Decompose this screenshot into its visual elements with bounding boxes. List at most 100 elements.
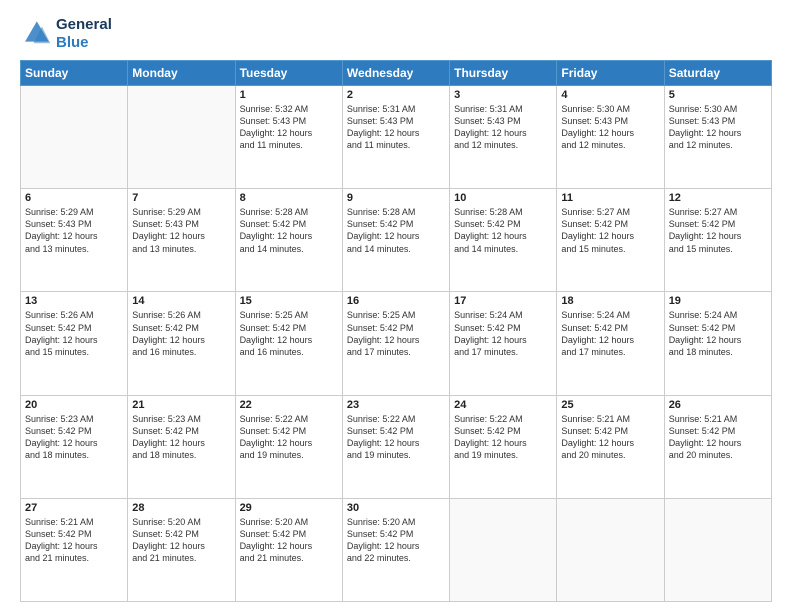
day-info: Sunrise: 5:30 AMSunset: 5:43 PMDaylight:… (561, 103, 659, 152)
calendar-cell (557, 498, 664, 601)
calendar-cell (21, 86, 128, 189)
calendar-cell: 28 Sunrise: 5:20 AMSunset: 5:42 PMDayligh… (128, 498, 235, 601)
weekday-header: Friday (557, 61, 664, 86)
day-number: 17 (454, 295, 552, 307)
calendar-cell: 23 Sunrise: 5:22 AMSunset: 5:42 PMDayligh… (342, 395, 449, 498)
weekday-header: Tuesday (235, 61, 342, 86)
day-info: Sunrise: 5:21 AMSunset: 5:42 PMDaylight:… (669, 413, 767, 462)
calendar-cell: 10 Sunrise: 5:28 AMSunset: 5:42 PMDayligh… (450, 189, 557, 292)
day-number: 23 (347, 399, 445, 411)
day-info: Sunrise: 5:27 AMSunset: 5:42 PMDaylight:… (669, 206, 767, 255)
day-number: 2 (347, 89, 445, 101)
day-number: 3 (454, 89, 552, 101)
logo-text: General Blue (56, 16, 112, 52)
day-number: 8 (240, 192, 338, 204)
day-info: Sunrise: 5:25 AMSunset: 5:42 PMDaylight:… (347, 309, 445, 358)
calendar-cell: 4 Sunrise: 5:30 AMSunset: 5:43 PMDaylight… (557, 86, 664, 189)
logo-icon (20, 18, 52, 50)
calendar-cell: 30 Sunrise: 5:20 AMSunset: 5:42 PMDayligh… (342, 498, 449, 601)
calendar-cell: 11 Sunrise: 5:27 AMSunset: 5:42 PMDayligh… (557, 189, 664, 292)
calendar-cell: 9 Sunrise: 5:28 AMSunset: 5:42 PMDaylight… (342, 189, 449, 292)
weekday-header: Monday (128, 61, 235, 86)
day-number: 16 (347, 295, 445, 307)
day-number: 30 (347, 502, 445, 514)
day-number: 24 (454, 399, 552, 411)
calendar-cell: 22Sunrise: 5:22 AMSunset: 5:42 PMDayligh… (235, 395, 342, 498)
day-info: Sunrise: 5:24 AMSunset: 5:42 PMDaylight:… (561, 309, 659, 358)
calendar-cell: 17Sunrise: 5:24 AMSunset: 5:42 PMDayligh… (450, 292, 557, 395)
day-info: Sunrise: 5:20 AMSunset: 5:42 PMDaylight:… (132, 516, 230, 565)
calendar-cell: 26 Sunrise: 5:21 AMSunset: 5:42 PMDayligh… (664, 395, 771, 498)
day-number: 25 (561, 399, 659, 411)
weekday-header: Saturday (664, 61, 771, 86)
day-number: 13 (25, 295, 123, 307)
calendar-cell: 29 Sunrise: 5:20 AMSunset: 5:42 PMDayligh… (235, 498, 342, 601)
day-info: Sunrise: 5:31 AMSunset: 5:43 PMDaylight:… (454, 103, 552, 152)
weekday-header: Wednesday (342, 61, 449, 86)
calendar-cell: 16 Sunrise: 5:25 AMSunset: 5:42 PMDayligh… (342, 292, 449, 395)
day-number: 22 (240, 399, 338, 411)
day-info: Sunrise: 5:27 AMSunset: 5:42 PMDaylight:… (561, 206, 659, 255)
day-info: Sunrise: 5:26 AMSunset: 5:42 PMDaylight:… (132, 309, 230, 358)
day-number: 12 (669, 192, 767, 204)
calendar-cell: 20 Sunrise: 5:23 AMSunset: 5:42 PMDayligh… (21, 395, 128, 498)
calendar-table: SundayMondayTuesdayWednesdayThursdayFrid… (20, 60, 772, 602)
calendar-cell: 1 Sunrise: 5:32 AMSunset: 5:43 PMDaylight… (235, 86, 342, 189)
day-info: Sunrise: 5:28 AMSunset: 5:42 PMDaylight:… (240, 206, 338, 255)
calendar-cell: 8 Sunrise: 5:28 AMSunset: 5:42 PMDaylight… (235, 189, 342, 292)
day-info: Sunrise: 5:22 AMSunset: 5:42 PMDaylight:… (347, 413, 445, 462)
day-info: Sunrise: 5:23 AMSunset: 5:42 PMDaylight:… (25, 413, 123, 462)
day-info: Sunrise: 5:28 AMSunset: 5:42 PMDaylight:… (347, 206, 445, 255)
calendar-cell: 15Sunrise: 5:25 AMSunset: 5:42 PMDayligh… (235, 292, 342, 395)
day-info: Sunrise: 5:31 AMSunset: 5:43 PMDaylight:… (347, 103, 445, 152)
day-number: 9 (347, 192, 445, 204)
calendar-cell: 21 Sunrise: 5:23 AMSunset: 5:42 PMDayligh… (128, 395, 235, 498)
page: General Blue SundayMondayTuesdayWednesda… (0, 0, 792, 612)
day-number: 21 (132, 399, 230, 411)
day-info: Sunrise: 5:21 AMSunset: 5:42 PMDaylight:… (25, 516, 123, 565)
day-info: Sunrise: 5:26 AMSunset: 5:42 PMDaylight:… (25, 309, 123, 358)
logo: General Blue (20, 16, 112, 52)
calendar-cell: 14 Sunrise: 5:26 AMSunset: 5:42 PMDayligh… (128, 292, 235, 395)
day-info: Sunrise: 5:21 AMSunset: 5:42 PMDaylight:… (561, 413, 659, 462)
day-number: 29 (240, 502, 338, 514)
weekday-header: Sunday (21, 61, 128, 86)
day-number: 26 (669, 399, 767, 411)
day-info: Sunrise: 5:23 AMSunset: 5:42 PMDaylight:… (132, 413, 230, 462)
calendar-cell: 6 Sunrise: 5:29 AMSunset: 5:43 PMDaylight… (21, 189, 128, 292)
calendar-cell: 25 Sunrise: 5:21 AMSunset: 5:42 PMDayligh… (557, 395, 664, 498)
calendar-cell: 12 Sunrise: 5:27 AMSunset: 5:42 PMDayligh… (664, 189, 771, 292)
calendar-cell (450, 498, 557, 601)
day-number: 1 (240, 89, 338, 101)
calendar-cell (128, 86, 235, 189)
calendar-cell: 24 Sunrise: 5:22 AMSunset: 5:42 PMDayligh… (450, 395, 557, 498)
calendar-cell: 27 Sunrise: 5:21 AMSunset: 5:42 PMDayligh… (21, 498, 128, 601)
calendar-cell (664, 498, 771, 601)
day-info: Sunrise: 5:30 AMSunset: 5:43 PMDaylight:… (669, 103, 767, 152)
day-number: 6 (25, 192, 123, 204)
calendar-cell: 13 Sunrise: 5:26 AMSunset: 5:42 PMDayligh… (21, 292, 128, 395)
calendar-cell: 2 Sunrise: 5:31 AMSunset: 5:43 PMDaylight… (342, 86, 449, 189)
header: General Blue (20, 16, 772, 52)
day-number: 18 (561, 295, 659, 307)
day-number: 10 (454, 192, 552, 204)
day-number: 27 (25, 502, 123, 514)
calendar-cell: 18 Sunrise: 5:24 AMSunset: 5:42 PMDayligh… (557, 292, 664, 395)
calendar-cell: 7 Sunrise: 5:29 AMSunset: 5:43 PMDaylight… (128, 189, 235, 292)
day-info: Sunrise: 5:25 AMSunset: 5:42 PMDaylight:… (240, 309, 338, 358)
day-number: 20 (25, 399, 123, 411)
day-info: Sunrise: 5:29 AMSunset: 5:43 PMDaylight:… (132, 206, 230, 255)
weekday-header: Thursday (450, 61, 557, 86)
day-info: Sunrise: 5:22 AMSunset: 5:42 PMDaylight:… (454, 413, 552, 462)
day-info: Sunrise: 5:29 AMSunset: 5:43 PMDaylight:… (25, 206, 123, 255)
day-number: 11 (561, 192, 659, 204)
day-number: 4 (561, 89, 659, 101)
day-number: 28 (132, 502, 230, 514)
day-info: Sunrise: 5:32 AMSunset: 5:43 PMDaylight:… (240, 103, 338, 152)
day-number: 7 (132, 192, 230, 204)
day-info: Sunrise: 5:20 AMSunset: 5:42 PMDaylight:… (240, 516, 338, 565)
day-info: Sunrise: 5:20 AMSunset: 5:42 PMDaylight:… (347, 516, 445, 565)
calendar-cell: 5Sunrise: 5:30 AMSunset: 5:43 PMDaylight… (664, 86, 771, 189)
day-number: 14 (132, 295, 230, 307)
day-info: Sunrise: 5:28 AMSunset: 5:42 PMDaylight:… (454, 206, 552, 255)
